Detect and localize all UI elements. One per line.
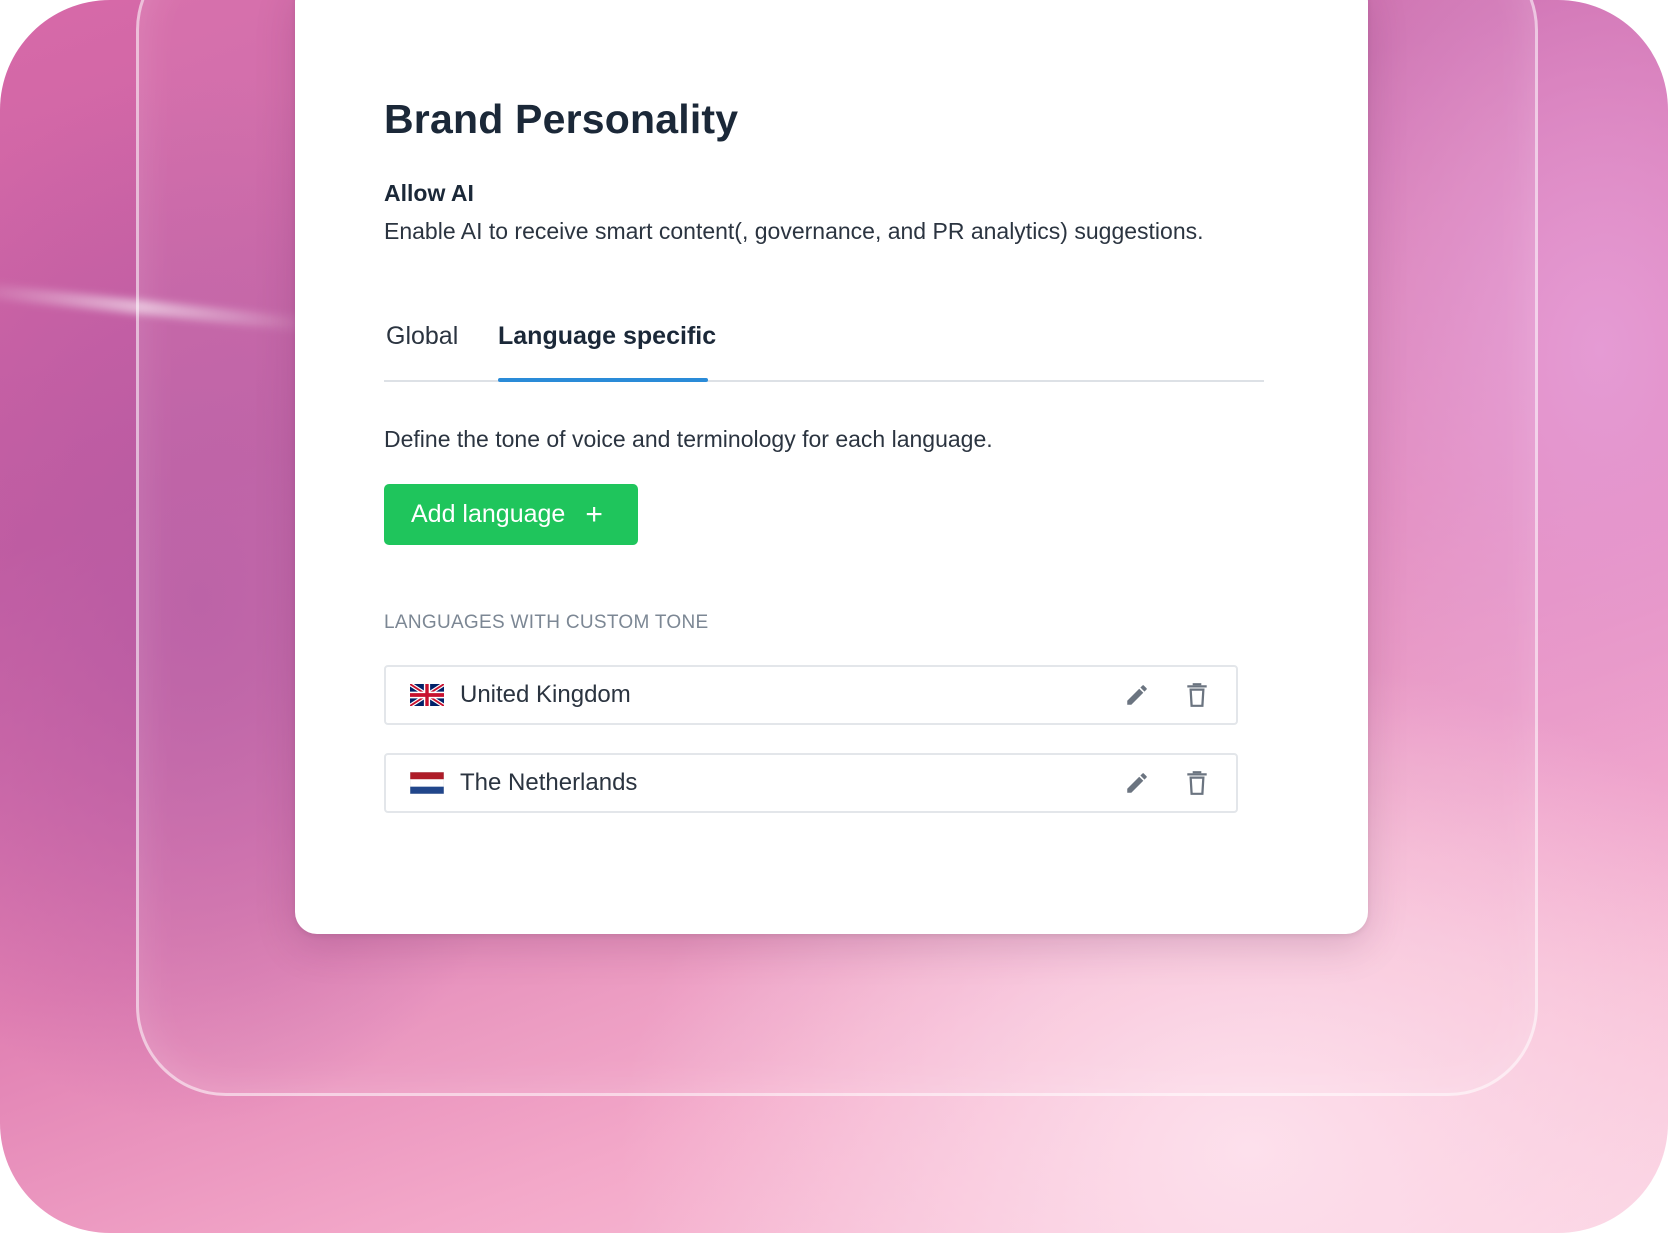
add-language-label: Add language xyxy=(411,500,566,528)
tab-global[interactable]: Global xyxy=(386,322,458,351)
language-row-united-kingdom: United Kingdom xyxy=(384,665,1238,725)
active-tab-indicator xyxy=(498,378,708,382)
allow-ai-label: Allow AI xyxy=(384,180,474,206)
pencil-icon[interactable] xyxy=(1120,678,1154,712)
pencil-icon[interactable] xyxy=(1120,766,1154,800)
page-title: Brand Personality xyxy=(384,96,739,142)
allow-ai-description: Enable AI to receive smart content(, gov… xyxy=(384,218,1204,244)
trash-icon[interactable] xyxy=(1180,678,1214,712)
language-description: Define the tone of voice and terminology… xyxy=(384,426,993,452)
trash-icon[interactable] xyxy=(1180,766,1214,800)
plus-icon: + xyxy=(585,497,603,531)
language-row-the-netherlands: The Netherlands xyxy=(384,753,1238,813)
settings-card: Brand Personality Allow AI Enable AI to … xyxy=(295,0,1368,934)
tab-bar: Global Language specific xyxy=(384,310,1264,382)
custom-tone-section-label: LANGUAGES WITH CUSTOM TONE xyxy=(384,612,709,633)
language-name: United Kingdom xyxy=(460,681,631,708)
add-language-button[interactable]: Add language + xyxy=(384,484,638,545)
language-name: The Netherlands xyxy=(460,769,638,796)
tab-language-specific[interactable]: Language specific xyxy=(498,322,716,351)
uk-flag-icon xyxy=(410,684,444,706)
netherlands-flag-icon xyxy=(410,772,444,794)
